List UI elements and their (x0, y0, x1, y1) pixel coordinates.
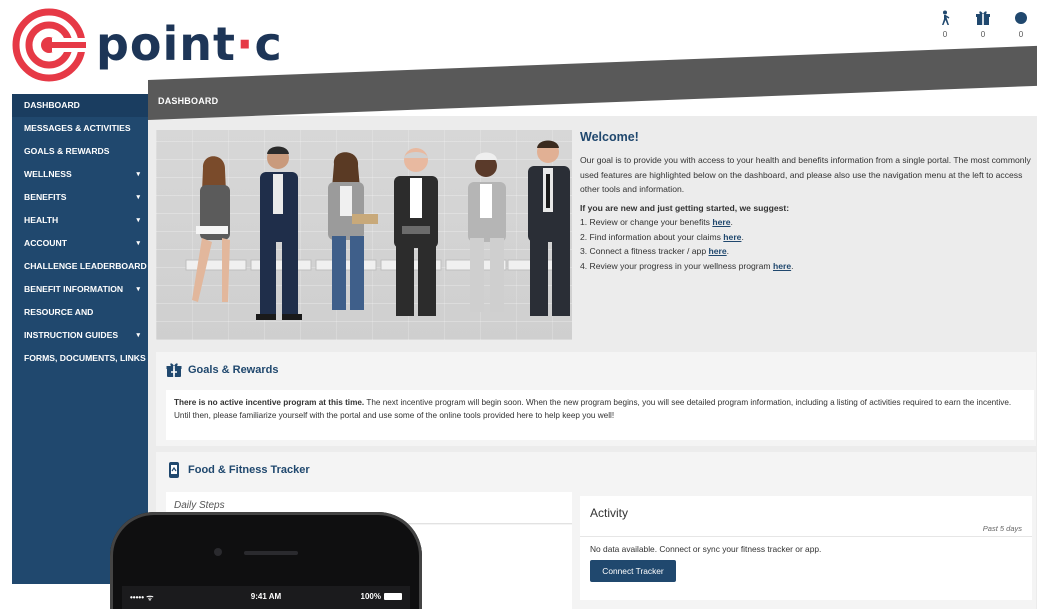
connect-tracker-button[interactable]: Connect Tracker (590, 560, 676, 582)
notification-dot-icon (1015, 12, 1027, 24)
chevron-down-icon: ▾ (136, 332, 140, 339)
welcome-step: 2. Find information about your claims he… (580, 230, 1032, 245)
notification-count: 0 (1018, 30, 1024, 39)
chevron-down-icon: ▾ (136, 194, 140, 201)
sidebar-item-wellness[interactable]: WELLNESS ▾ (12, 163, 148, 186)
activity-panel: Activity Past 5 days No data available. … (580, 496, 1032, 600)
goals-rewards-card: Goals & Rewards There is no active incen… (156, 352, 1036, 446)
walker-icon (942, 10, 950, 25)
sidebar-item-challenge-leaderboard[interactable]: CHALLENGE LEADERBOARD (12, 255, 148, 278)
brand-name-left: point (96, 17, 237, 71)
walker-count: 0 (942, 30, 948, 39)
welcome-lead: If you are new and just getting started,… (580, 202, 790, 213)
step-period: . (726, 246, 730, 256)
brand-separator: · (236, 17, 255, 71)
activity-no-data: No data available. Connect or sync your … (590, 544, 822, 554)
welcome-step: 3. Connect a fitness tracker / app here. (580, 244, 1032, 259)
step-period: . (730, 217, 733, 227)
chevron-down-icon: ▾ (136, 171, 140, 178)
battery-indicator: 100% (361, 592, 402, 601)
phone-camera-icon (214, 548, 222, 556)
gift-icon (976, 11, 990, 25)
sidebar-item-label: RESOURCE AND (24, 307, 94, 317)
wellness-here-link[interactable]: here (773, 261, 791, 271)
chevron-down-icon: ▾ (136, 286, 140, 293)
sidebar-item-label: HEALTH (24, 215, 59, 225)
goals-rewards-message: There is no active incentive program at … (166, 390, 1034, 440)
welcome-step: 1. Review or change your benefits here. (580, 215, 1032, 230)
chevron-down-icon: ▾ (136, 217, 140, 224)
activity-period: Past 5 days (982, 524, 1022, 533)
portal-page: point·c 0 0 0 DASHBOARD DASHBOARD MESSAG… (0, 0, 1037, 609)
battery-icon (384, 593, 402, 600)
welcome-intro: Our goal is to provide you with access t… (580, 155, 1031, 194)
sidebar-item-benefit-information[interactable]: BENEFIT INFORMATION ▾ (12, 278, 148, 301)
benefits-here-link[interactable]: here (712, 217, 730, 227)
welcome-step: 4. Review your progress in your wellness… (580, 259, 1032, 274)
sidebar-item-messages-activities[interactable]: MESSAGES & ACTIVITIES (12, 117, 148, 140)
people-illustration (185, 140, 570, 320)
sidebar-item-goals-rewards[interactable]: GOALS & REWARDS (12, 140, 148, 163)
sidebar-item-label: BENEFIT INFORMATION (24, 284, 124, 294)
sidebar-item-label: DASHBOARD (24, 100, 80, 110)
step-text: 1. Review or change your benefits (580, 217, 713, 227)
daily-steps-label: Daily Steps (174, 500, 225, 511)
sidebar-item-forms-documents-links[interactable]: FORMS, DOCUMENTS, LINKS (12, 347, 148, 370)
fitness-tracker-icon (169, 462, 179, 478)
gift-count: 0 (980, 30, 986, 39)
gift-button[interactable]: 0 (973, 10, 993, 39)
sidebar-item-label: CHALLENGE LEADERBOARD (24, 261, 147, 271)
step-text: 4. Review your progress in your wellness… (580, 260, 773, 271)
food-fitness-header: Food & Fitness Tracker (166, 462, 310, 478)
battery-percent: 100% (360, 592, 381, 601)
sidebar-item-label: ACCOUNT (24, 238, 67, 248)
sidebar-item-label: BENEFITS (24, 192, 67, 202)
hero-photo (156, 130, 572, 340)
chevron-down-icon: ▾ (136, 240, 140, 247)
sidebar-item-dashboard[interactable]: DASHBOARD (12, 94, 148, 117)
welcome-title: Welcome! (580, 130, 639, 144)
sidebar-item-label: MESSAGES & ACTIVITIES (24, 123, 131, 133)
sidebar-nav: DASHBOARD MESSAGES & ACTIVITIES GOALS & … (12, 94, 148, 584)
divider (580, 536, 1032, 537)
sidebar-item-label: WELLNESS (24, 169, 72, 179)
sidebar-item-label: INSTRUCTION GUIDES (24, 330, 119, 340)
phone-mockup: ••••• ᯤ 9:41 AM 100% (110, 512, 422, 609)
sidebar-item-label: GOALS & REWARDS (24, 146, 110, 156)
fitness-tracker-here-link[interactable]: here (709, 246, 727, 256)
phone-speaker (244, 551, 298, 555)
sidebar-item-resource-and[interactable]: RESOURCE AND (12, 301, 148, 324)
activity-title: Activity (590, 506, 629, 520)
goals-rewards-title: Goals & Rewards (188, 364, 279, 376)
welcome-panel: Welcome! Our goal is to provide you with… (580, 130, 1032, 273)
sidebar-item-benefits[interactable]: BENEFITS ▾ (12, 186, 148, 209)
sidebar-item-instruction-guides[interactable]: INSTRUCTION GUIDES ▾ (12, 324, 148, 347)
claims-here-link[interactable]: here (723, 232, 741, 242)
sidebar-item-health[interactable]: HEALTH ▾ (12, 209, 148, 232)
notification-button[interactable]: 0 (1011, 10, 1031, 39)
walker-button[interactable]: 0 (935, 10, 955, 39)
brand-name-right: c (254, 17, 283, 71)
point-c-logo-icon[interactable] (12, 8, 86, 82)
goals-message-bold: There is no active incentive program at … (174, 398, 365, 407)
step-period: . (741, 231, 744, 242)
sidebar-item-account[interactable]: ACCOUNT ▾ (12, 232, 148, 255)
step-period: . (791, 260, 794, 271)
step-text: 3. Connect a fitness tracker / app (580, 246, 709, 256)
page-title: DASHBOARD (158, 96, 219, 106)
food-fitness-title: Food & Fitness Tracker (188, 464, 310, 476)
step-text: 2. Find information about your claims (580, 231, 724, 242)
gift-icon (166, 363, 182, 377)
goals-rewards-header: Goals & Rewards (166, 362, 278, 378)
phone-status-bar: ••••• ᯤ 9:41 AM 100% (124, 592, 408, 604)
header-icons: 0 0 0 (935, 10, 1031, 39)
brand-wordmark: point·c (96, 14, 283, 74)
sidebar-item-label: FORMS, DOCUMENTS, LINKS (24, 353, 146, 363)
